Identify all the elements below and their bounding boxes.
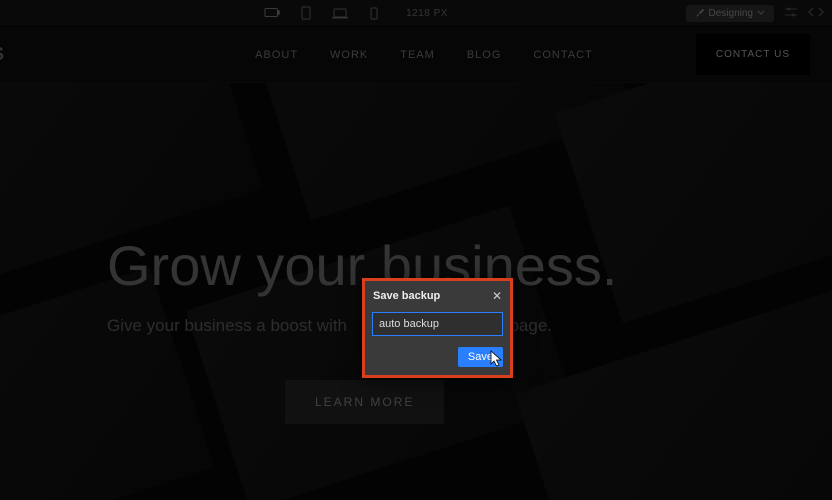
backup-name-input[interactable] bbox=[372, 312, 503, 336]
backdrop-overlay bbox=[0, 0, 832, 500]
save-backup-modal: Save backup ✕ Save bbox=[362, 278, 513, 378]
modal-title: Save backup bbox=[373, 290, 440, 302]
modal-header: Save backup ✕ bbox=[372, 287, 503, 312]
close-icon[interactable]: ✕ bbox=[492, 290, 502, 302]
modal-actions: Save bbox=[372, 347, 503, 367]
save-button[interactable]: Save bbox=[458, 347, 503, 367]
